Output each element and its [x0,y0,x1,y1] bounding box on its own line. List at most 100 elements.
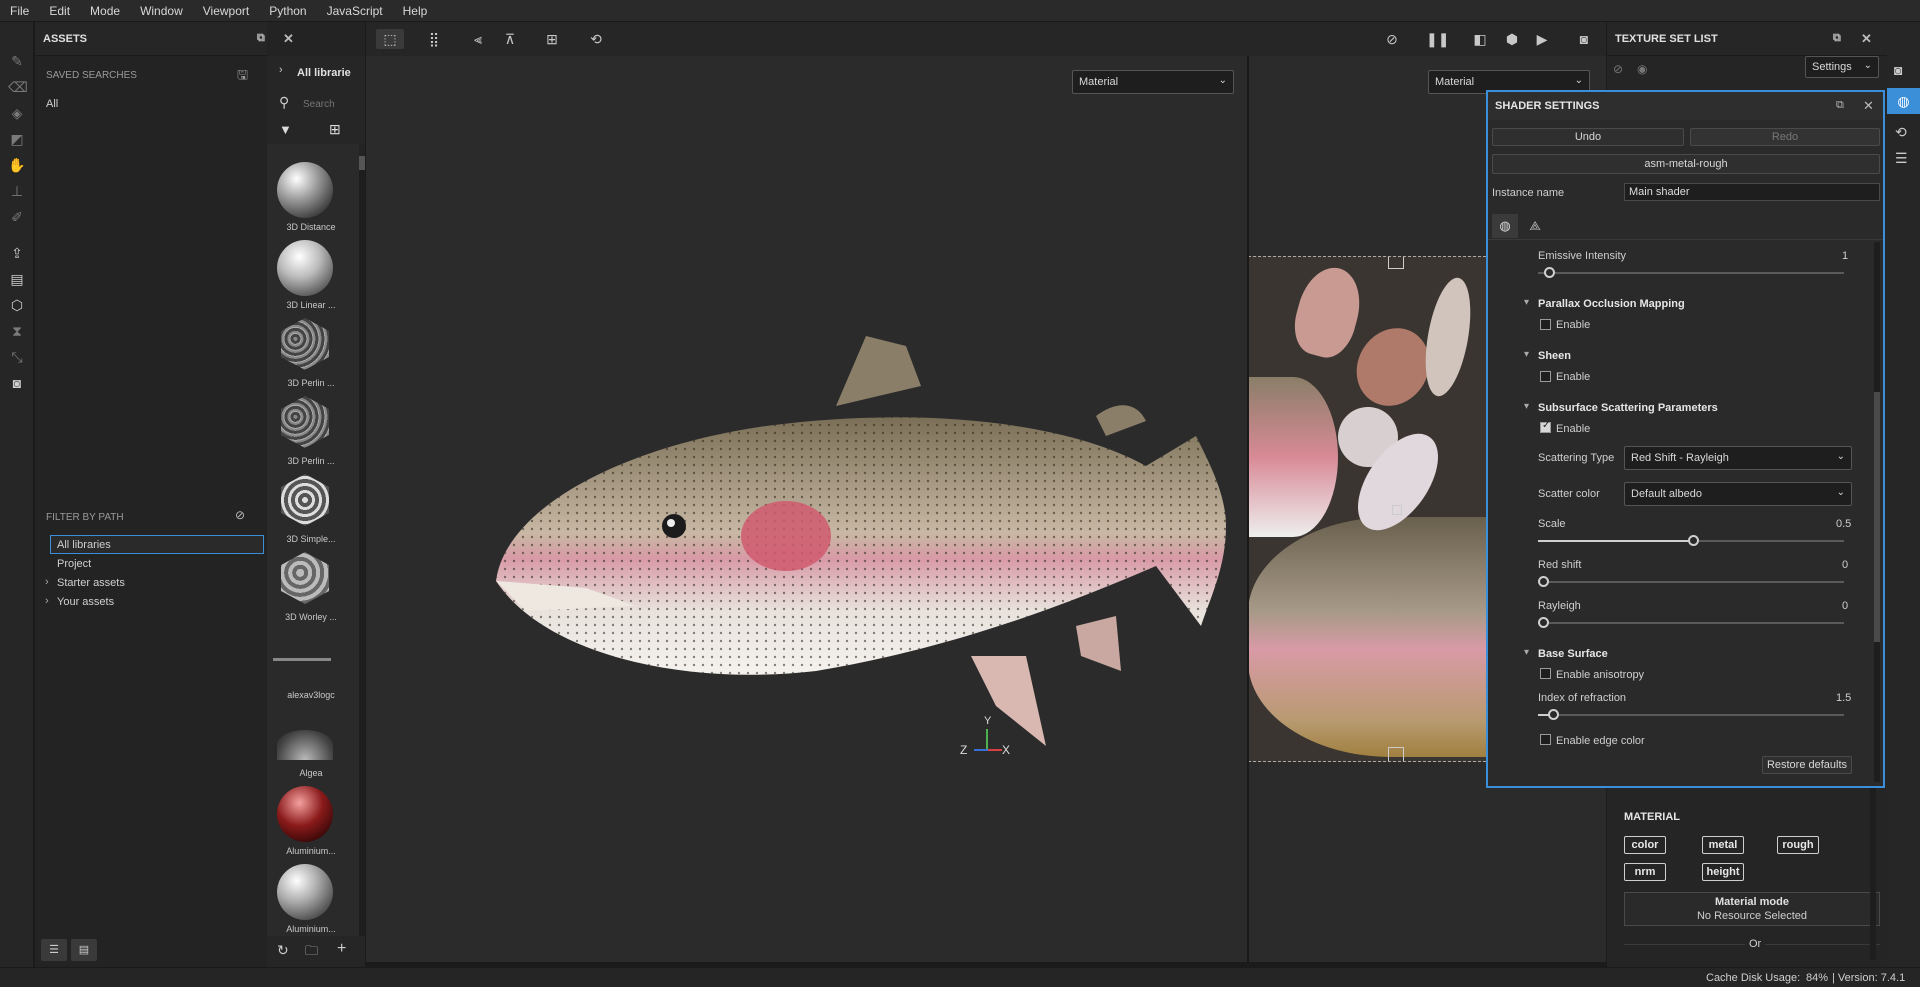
restore-defaults-button[interactable]: Restore defaults [1762,756,1852,774]
uv-handle[interactable] [1392,505,1402,515]
asset-thumbnail[interactable] [281,474,329,526]
material-mode-box[interactable]: Material mode No Resource Selected [1624,892,1880,926]
close-icon[interactable]: ✕ [1861,31,1872,47]
texture-set-icon[interactable]: ◙ [1894,62,1902,78]
expand-arrow-icon[interactable]: › [45,595,49,607]
asset-thumbnail[interactable] [277,162,333,218]
mirror-vertical-icon[interactable]: ⊼ [500,29,520,49]
channel-nrm-button[interactable]: nrm [1624,863,1666,881]
grid-select-icon[interactable]: ⣿ [424,29,444,49]
shader-params-tab-icon[interactable]: ◍ [1492,214,1518,238]
asset-thumbnail[interactable] [273,658,331,661]
channel-height-button[interactable]: height [1702,863,1744,881]
tree-item-starter-assets[interactable]: Starter assets [57,577,125,589]
asset-scrollbar[interactable] [359,156,365,936]
display-mode-icon[interactable]: ◧ [1470,29,1490,49]
pom-section-title[interactable]: Parallax Occlusion Mapping [1538,298,1685,310]
slider-knob[interactable] [1548,709,1559,720]
sss-section-title[interactable]: Subsurface Scattering Parameters [1538,402,1718,414]
asset-thumbnail[interactable] [281,552,329,604]
menu-python[interactable]: Python [259,4,316,18]
hide-uv-icon[interactable]: ⊘ [1382,29,1402,49]
viewport-3d[interactable]: Material ⌄ Y Z X Material ⌄ [366,56,1606,962]
tree-item-project[interactable]: Project [57,558,91,570]
collapse-arrow-icon[interactable]: ▾ [1524,297,1529,308]
undock-icon[interactable]: ⧉ [1833,32,1841,45]
red-shift-slider[interactable] [1538,576,1844,587]
collapse-arrow-icon[interactable]: ▾ [1524,349,1529,360]
polygon-fill-icon[interactable]: ◩ [8,130,26,148]
menu-window[interactable]: Window [130,4,193,18]
tree-item-all-libraries[interactable]: All libraries [50,535,264,554]
ior-slider[interactable] [1538,709,1844,720]
paint-brush-icon[interactable]: ✎ [8,52,26,70]
projection-icon[interactable]: ◈ [8,104,26,122]
channel-color-button[interactable]: color [1624,836,1666,854]
export-icon[interactable]: ⇪ [8,244,26,262]
pom-enable-checkbox[interactable] [1540,319,1551,330]
eraser-icon[interactable]: ⌫ [8,78,28,96]
slider-knob[interactable] [1544,267,1555,278]
asset-thumbnail[interactable] [277,730,333,760]
slider-knob[interactable] [1688,535,1699,546]
list-view-icon[interactable]: ☰ [41,939,67,961]
asset-search-input[interactable] [303,95,361,113]
menu-mode[interactable]: Mode [80,4,130,18]
shader-name-button[interactable]: asm-metal-rough [1492,154,1880,174]
menu-help[interactable]: Help [393,4,438,18]
shader-scrollbar[interactable] [1874,242,1880,782]
collapse-arrow-icon[interactable]: ▾ [1524,401,1529,412]
uv-handle[interactable] [1388,747,1404,761]
selection-tool-icon[interactable]: ⬚ [376,29,404,49]
instance-name-input[interactable] [1624,183,1880,201]
undock-icon[interactable]: ⧉ [257,32,265,45]
menu-edit[interactable]: Edit [39,4,80,18]
sheen-enable-checkbox[interactable] [1540,371,1551,382]
transform-icon[interactable]: ⤡ [8,348,26,366]
asset-thumbnail[interactable] [281,318,329,370]
collapse-arrow-icon[interactable]: ▾ [1524,647,1529,658]
clone-stamp-icon[interactable]: ⊥ [8,182,26,200]
visibility-off-icon[interactable]: ⊘ [1613,62,1623,76]
asset-thumbnail[interactable] [277,864,333,920]
camera-icon[interactable]: ▶ [1532,29,1552,49]
save-search-icon[interactable]: 🖫 [237,66,248,88]
settings-select[interactable]: Settings ⌄ [1805,56,1879,78]
emissive-intensity-slider[interactable] [1538,267,1844,278]
library-breadcrumb[interactable]: All librarie [297,67,351,79]
anisotropy-checkbox[interactable] [1540,668,1551,679]
smudge-icon[interactable]: ✋ [8,156,26,174]
mirror-horizontal-icon[interactable]: ⫷ [468,29,488,49]
thumbnail-grid-icon[interactable]: ⊞ [329,121,341,138]
uv-handle[interactable] [1388,257,1404,269]
refresh-icon[interactable]: ↻ [277,942,289,959]
reset-view-icon[interactable]: ⟲ [586,29,606,49]
sheen-section-title[interactable]: Sheen [1538,350,1571,362]
log-icon[interactable]: ☰ [1895,150,1908,167]
base-surface-section-title[interactable]: Base Surface [1538,648,1608,660]
history-icon[interactable]: ⟲ [1895,124,1907,141]
asset-thumbnail[interactable] [281,396,329,448]
asset-thumbnail[interactable] [277,240,333,296]
scattering-type-select[interactable]: Red Shift - Rayleigh ⌄ [1624,446,1852,470]
viewport-3d-mode-select[interactable]: Material ⌄ [1072,70,1234,94]
slider-knob[interactable] [1538,576,1549,587]
redo-button[interactable]: Redo [1690,128,1880,146]
mesh-icon[interactable]: ⬡ [8,296,26,314]
hourglass-icon[interactable]: ⧗ [8,322,26,340]
screenshot-icon[interactable]: ◙ [1574,29,1594,49]
asset-thumbnail[interactable] [277,786,333,842]
menu-viewport[interactable]: Viewport [193,4,259,18]
grid-view-icon[interactable]: ▤ [71,939,97,961]
sss-enable-checkbox[interactable] [1540,420,1551,433]
expand-arrow-icon[interactable]: › [45,576,49,588]
menu-javascript[interactable]: JavaScript [317,4,393,18]
bake-icon[interactable]: ▤ [8,270,26,288]
saved-search-all[interactable]: All [46,98,58,110]
render-icon[interactable]: ◙ [8,374,26,392]
close-icon[interactable]: ✕ [1863,98,1874,114]
cube-view-icon[interactable]: ⬢ [1502,29,1522,49]
pause-icon[interactable]: ❚❚ [1426,29,1449,49]
add-icon[interactable]: + [337,940,346,958]
import-icon[interactable]: 🗀 [305,942,318,964]
